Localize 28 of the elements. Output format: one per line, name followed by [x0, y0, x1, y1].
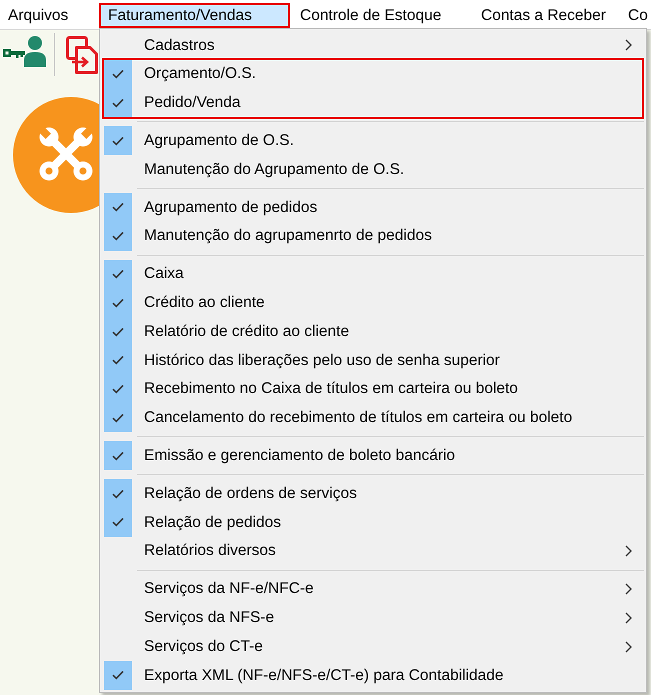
- menu-item[interactable]: Crédito ao cliente: [102, 288, 644, 318]
- menu-item[interactable]: Caixa: [102, 260, 644, 288]
- menu-item[interactable]: Relação de pedidos: [102, 508, 644, 537]
- menu-item[interactable]: Cancelamento do recebimento de títulos em carteira ou boleto: [102, 404, 644, 432]
- menu-item[interactable]: Relação de ordens de serviços: [102, 479, 644, 508]
- menu-item[interactable]: Serviços da NF-e/NFC-e: [102, 574, 644, 604]
- menu-bar-item[interactable]: Co: [622, 3, 650, 28]
- menu-item[interactable]: Relatório de crédito ao cliente: [102, 317, 644, 346]
- user-key-icon[interactable]: [2, 35, 48, 67]
- menu-item[interactable]: Exporta XML (NF-e/NFS-e/CT-e) para Contabilidade: [102, 660, 644, 690]
- menu-item[interactable]: Pedido/Venda: [104, 88, 642, 118]
- menu-item[interactable]: Histórico das liberações pelo uso de senha superior: [102, 346, 644, 375]
- menu-item[interactable]: Serviços do CT-e: [102, 632, 644, 661]
- copy-arrow-icon[interactable]: [66, 36, 98, 74]
- menu-item[interactable]: Manutenção do agrupamenrto de pedidos: [102, 222, 644, 251]
- menu-bar-item[interactable]: Faturamento/Vendas: [99, 3, 290, 28]
- menu-item[interactable]: Emissão e gerenciamento de boleto bancário: [102, 441, 644, 470]
- menu-item[interactable]: Manutenção do Agrupamento de O.S.: [102, 155, 644, 184]
- menu-item[interactable]: Agrupamento de pedidos: [102, 192, 644, 222]
- menu-item[interactable]: Serviços da NFS-e: [102, 603, 644, 632]
- menu-item[interactable]: Relatórios diversos: [102, 536, 644, 566]
- menu-item[interactable]: Agrupamento de O.S.: [102, 126, 644, 156]
- menu-bar-item[interactable]: Contas a Receber: [472, 3, 622, 28]
- menu-bar-item[interactable]: Controle de Estoque: [290, 3, 472, 28]
- menu-item[interactable]: Cadastros: [102, 31, 644, 60]
- menu-item[interactable]: Recebimento no Caixa de títulos em carteira ou boleto: [102, 374, 644, 404]
- menu-bar-item[interactable]: Arquivos: [0, 3, 99, 28]
- menu-item[interactable]: Orçamento/O.S.: [104, 60, 642, 89]
